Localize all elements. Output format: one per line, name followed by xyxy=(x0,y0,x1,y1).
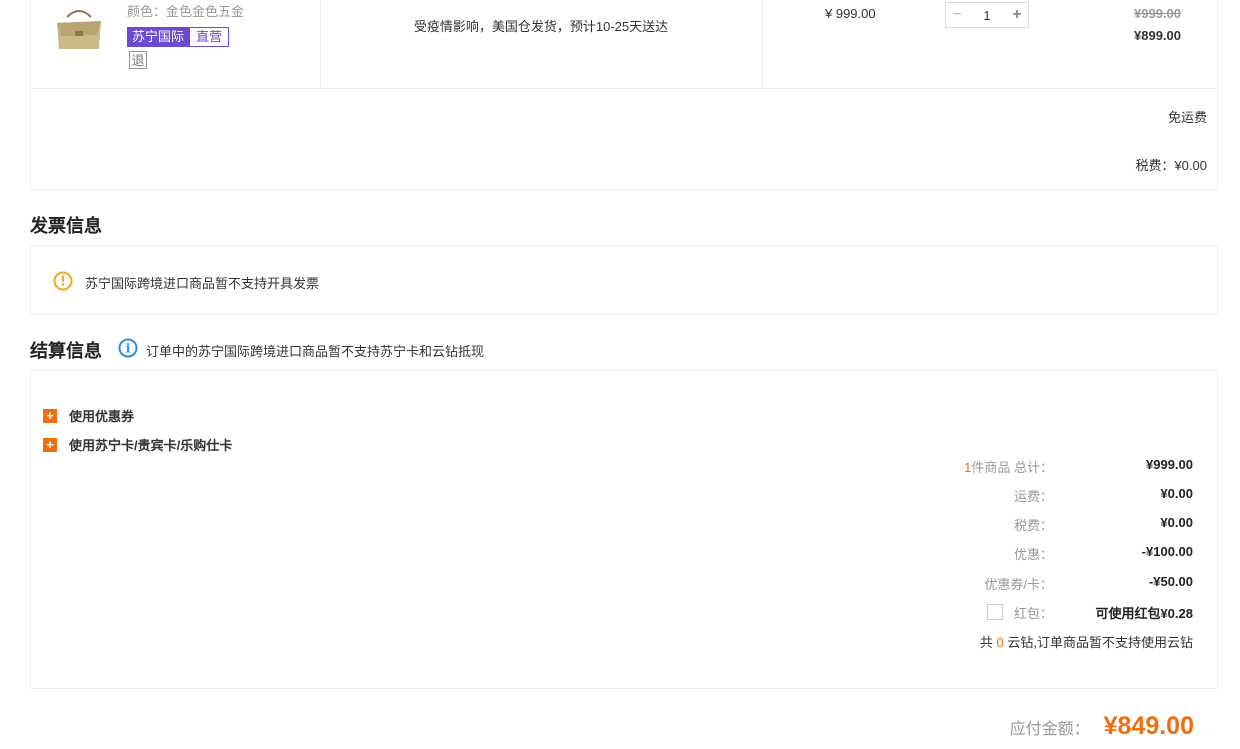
use-coupon-label[interactable]: 使用优惠券 xyxy=(69,406,134,425)
invoice-box: ! 苏宁国际跨境进口商品暂不支持开具发票 xyxy=(30,245,1218,315)
return-icon: 退 xyxy=(129,51,147,69)
shipping-value: ¥0.00 xyxy=(1160,486,1193,501)
quantity-decrease-button[interactable]: − xyxy=(946,3,968,27)
unit-price: ¥ 999.00 xyxy=(825,6,876,21)
column-divider xyxy=(762,0,763,89)
summary-shipping-row: 运费： ¥0.00 xyxy=(31,486,1217,506)
tax-fee: 税费：¥0.00 xyxy=(1135,158,1207,173)
warning-icon-glyph: ! xyxy=(60,275,66,290)
summary-redpacket-row: 红包： 可使用红包¥0.28 xyxy=(31,603,1217,623)
coupon-value: -¥50.00 xyxy=(1148,574,1193,589)
product-badges: 苏宁国际 直营 xyxy=(127,27,230,47)
summary-tax-row: 税费： ¥0.00 xyxy=(31,515,1217,535)
use-card-option[interactable]: + 使用苏宁卡/贵宾卡/乐购仕卡 xyxy=(43,435,232,454)
shipping-label: 运费： xyxy=(1013,489,1053,504)
total-value: ¥849.00 xyxy=(1103,712,1194,740)
product-color-spec: 颜色：金色金色五金 xyxy=(127,4,245,19)
invoice-warning-text: 苏宁国际跨境进口商品暂不支持开具发票 xyxy=(85,276,320,291)
discount-label: 优惠： xyxy=(1013,547,1053,562)
redpacket-checkbox[interactable] xyxy=(987,604,1003,620)
settlement-section-title: 结算信息 xyxy=(30,341,102,361)
expand-plus-icon[interactable]: + xyxy=(43,437,57,452)
invoice-section-title: 发票信息 xyxy=(30,216,102,236)
original-price: ¥999.00 xyxy=(1134,6,1181,21)
discount-value: -¥100.00 xyxy=(1141,544,1193,559)
item-count-suffix: 件商品 总计： xyxy=(971,460,1053,475)
product-thumbnail-handbag-icon[interactable] xyxy=(53,7,105,51)
settlement-box: + 使用优惠券 + 使用苏宁卡/贵宾卡/乐购仕卡 1件商品 总计： ¥999.0… xyxy=(30,370,1218,689)
sale-price: ¥899.00 xyxy=(1134,28,1181,43)
total-payable: 应付金额： ¥849.00 xyxy=(1010,712,1194,741)
expand-plus-icon[interactable]: + xyxy=(43,408,57,423)
info-icon[interactable]: i xyxy=(118,338,138,358)
info-icon-glyph: i xyxy=(126,342,131,356)
tax-label: 税费： xyxy=(1013,518,1053,533)
shipping-notice: 受疫情影响，美国仓发货，预计10-25天送达 xyxy=(413,19,669,34)
summary-subtotal-row: 1件商品 总计： ¥999.00 xyxy=(31,457,1217,477)
coupon-label: 优惠券/卡： xyxy=(984,577,1053,592)
direct-sale-badge: 直营 xyxy=(189,27,230,47)
summary-coupon-row: 优惠券/卡： -¥50.00 xyxy=(31,574,1217,594)
cloud-suffix: 云钻,订单商品暂不支持使用云钻 xyxy=(1007,635,1193,650)
use-coupon-option[interactable]: + 使用优惠券 xyxy=(43,406,134,425)
cloud-count: 0 xyxy=(996,635,1004,650)
summary-discount-row: 优惠： -¥100.00 xyxy=(31,544,1217,564)
product-card: 颜色：金色金色五金 苏宁国际 直营 退 受疫情影响，美国仓发货，预计10-25天… xyxy=(30,0,1218,190)
quantity-increase-button[interactable]: + xyxy=(1006,3,1028,27)
cloud-prefix: 共 xyxy=(979,635,993,650)
cloud-diamond-note: 共 0 云钻,订单商品暂不支持使用云钻 xyxy=(980,632,1193,651)
warning-icon: ! xyxy=(53,271,73,291)
column-divider xyxy=(320,0,321,89)
use-card-label[interactable]: 使用苏宁卡/贵宾卡/乐购仕卡 xyxy=(69,435,232,454)
quantity-value[interactable]: 1 xyxy=(983,8,990,23)
suning-intl-badge: 苏宁国际 xyxy=(127,27,190,47)
subtotal-value: ¥999.00 xyxy=(1146,457,1193,472)
quantity-stepper[interactable]: − 1 + xyxy=(945,2,1029,28)
settlement-note: 订单中的苏宁国际跨境进口商品暂不支持苏宁卡和云钻抵现 xyxy=(146,344,485,359)
summary-cloud-row: 共 0 云钻,订单商品暂不支持使用云钻 xyxy=(31,632,1217,652)
redpacket-label: 红包： xyxy=(1013,606,1053,621)
product-row: 颜色：金色金色五金 苏宁国际 直营 退 受疫情影响，美国仓发货，预计10-25天… xyxy=(31,0,1217,89)
shipping-fee: 免运费 xyxy=(1167,110,1207,125)
redpacket-value: 可使用红包¥0.28 xyxy=(1095,606,1193,621)
tax-value: ¥0.00 xyxy=(1160,515,1193,530)
return-icon-text: 退 xyxy=(131,54,144,69)
subtotal-label: 1件商品 总计： xyxy=(964,457,1053,476)
total-label: 应付金额： xyxy=(1009,721,1090,738)
